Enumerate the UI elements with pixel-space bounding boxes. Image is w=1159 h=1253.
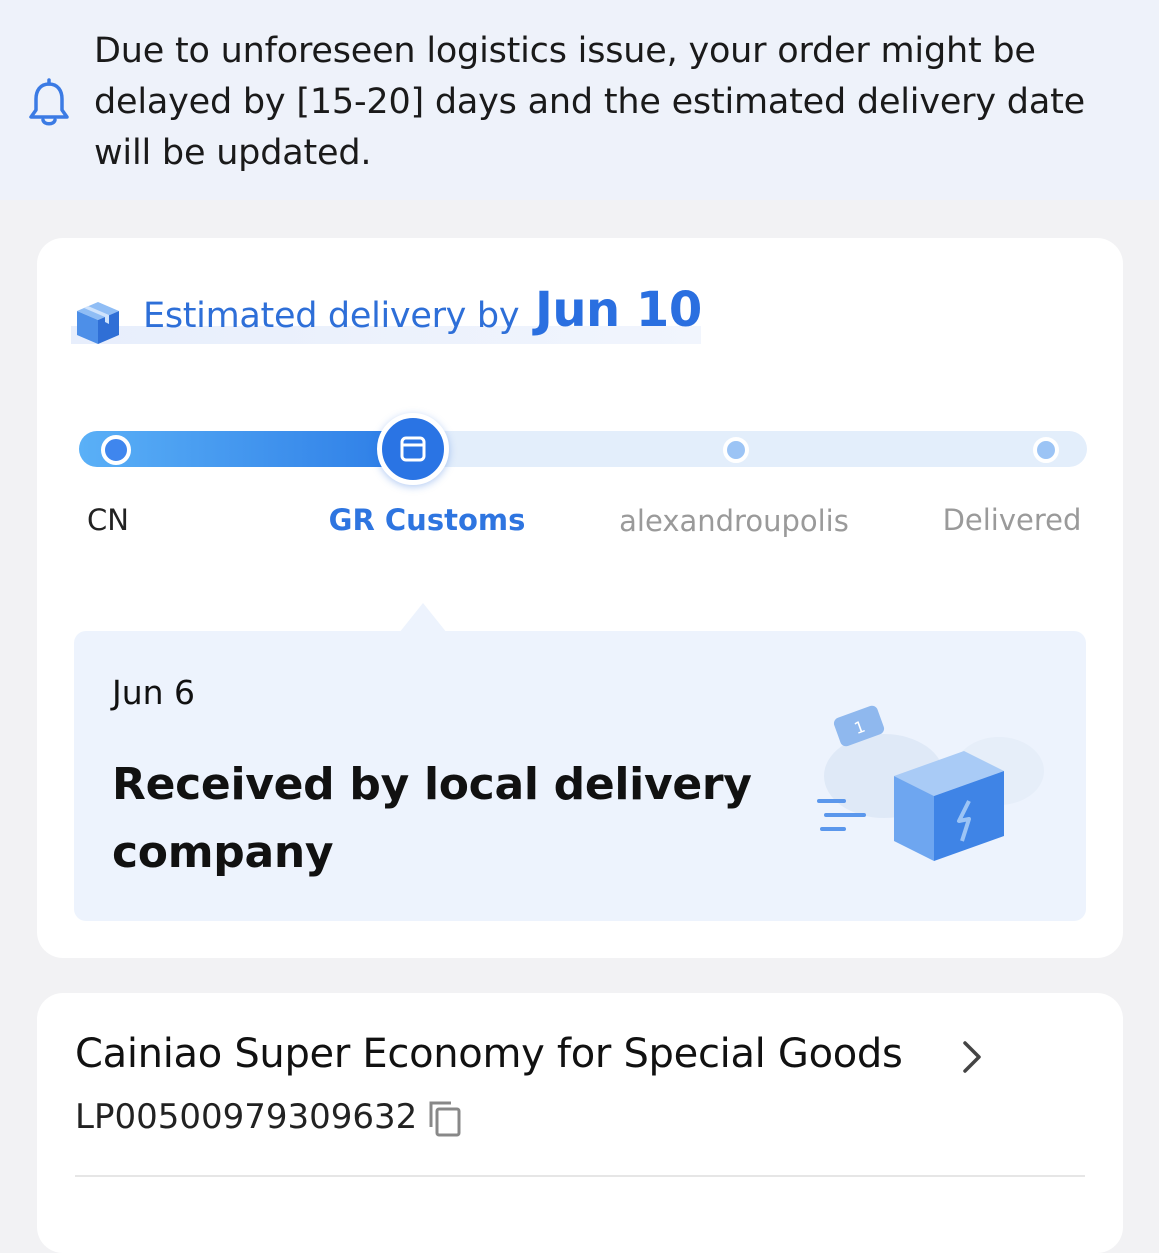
delivery-tracking-card: Estimated delivery by Jun 10 CN GR Custo… — [37, 238, 1123, 958]
stage-label-cn: CN — [87, 503, 129, 537]
carrier-card: Cainiao Super Economy for Special Goods … — [37, 993, 1123, 1253]
stage-dot-delivered — [1033, 437, 1059, 463]
copy-icon[interactable] — [427, 1099, 463, 1139]
tracking-number: LP00500979309632 — [75, 1097, 418, 1137]
status-title: Received by local delivery company — [112, 759, 752, 878]
flying-package-illustration: 1 — [817, 705, 1044, 861]
estimated-delivery-label: Estimated delivery by — [143, 296, 520, 336]
package-icon — [400, 436, 426, 462]
chevron-right-icon[interactable] — [957, 1037, 987, 1077]
estimated-delivery-date: Jun 10 — [535, 282, 702, 338]
delay-notice-banner: Due to unforeseen logistics issue, your … — [0, 0, 1159, 200]
bell-icon — [29, 78, 69, 126]
carrier-name-link[interactable]: Cainiao Super Economy for Special Goods — [75, 1031, 903, 1077]
status-pointer — [399, 603, 447, 633]
package-box-icon — [77, 302, 119, 344]
section-divider — [75, 1175, 1085, 1177]
stage-dot-alexandroupolis — [723, 437, 749, 463]
notice-text: Due to unforeseen logistics issue, your … — [94, 31, 1085, 173]
stage-label-gr-customs: GR Customs — [328, 503, 526, 537]
stage-dot-current — [377, 413, 449, 485]
latest-status-panel[interactable]: Jun 6 Received by local delivery company… — [74, 631, 1086, 921]
status-date: Jun 6 — [112, 673, 196, 712]
stage-dot-cn — [101, 435, 131, 465]
stage-label-alexandroupolis: alexandroupolis — [619, 504, 849, 538]
stage-label-delivered: Delivered — [942, 503, 1082, 537]
